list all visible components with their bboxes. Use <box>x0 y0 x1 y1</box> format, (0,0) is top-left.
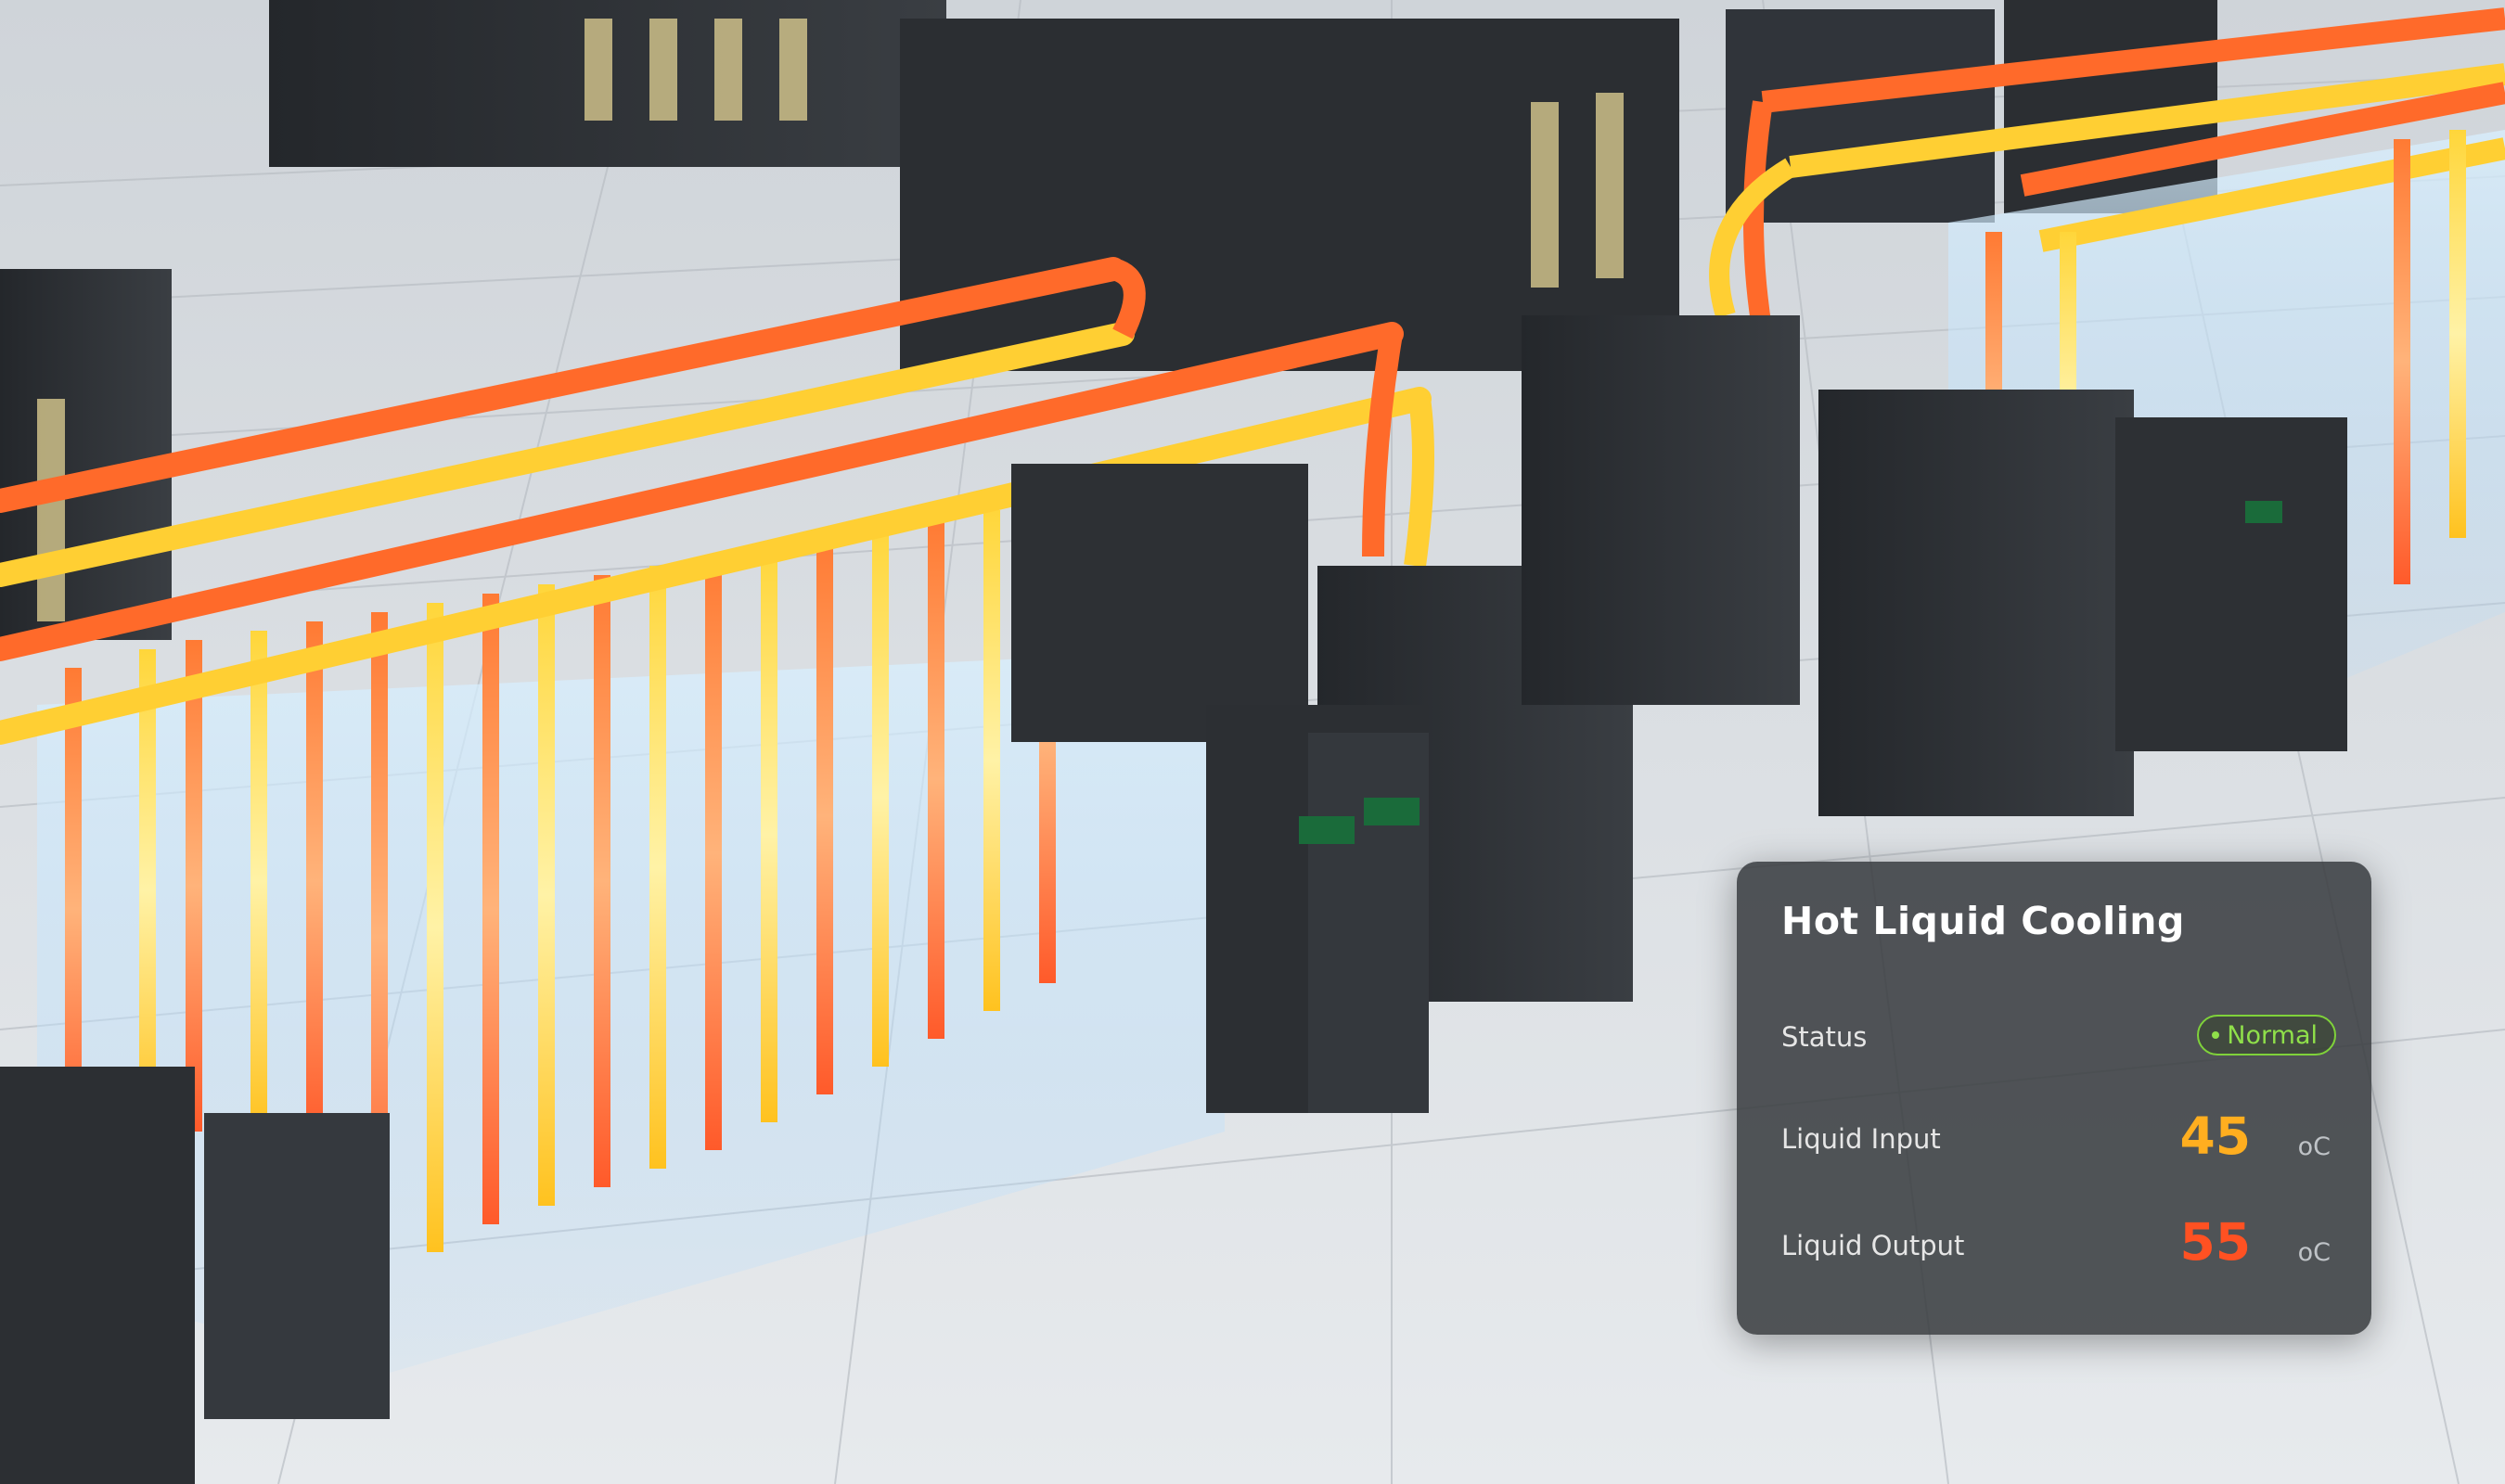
status-label: Status <box>1781 1021 1868 1053</box>
status-badge: Normal <box>2197 1015 2336 1055</box>
liquid-output-label: Liquid Output <box>1781 1230 1965 1261</box>
liquid-output-unit: oC <box>2297 1238 2331 1267</box>
panel-title: Hot Liquid Cooling <box>1781 899 2185 943</box>
liquid-output-value: 55 <box>2179 1212 2251 1272</box>
liquid-input-value: 45 <box>2179 1107 2251 1166</box>
liquid-input-unit: oC <box>2297 1132 2331 1161</box>
liquid-input-label: Liquid Input <box>1781 1123 1941 1155</box>
status-dot-icon <box>2212 1031 2220 1039</box>
cooling-status-panel: Hot Liquid Cooling Status Normal Liquid … <box>1737 862 2371 1335</box>
status-value: Normal <box>2227 1020 2318 1050</box>
